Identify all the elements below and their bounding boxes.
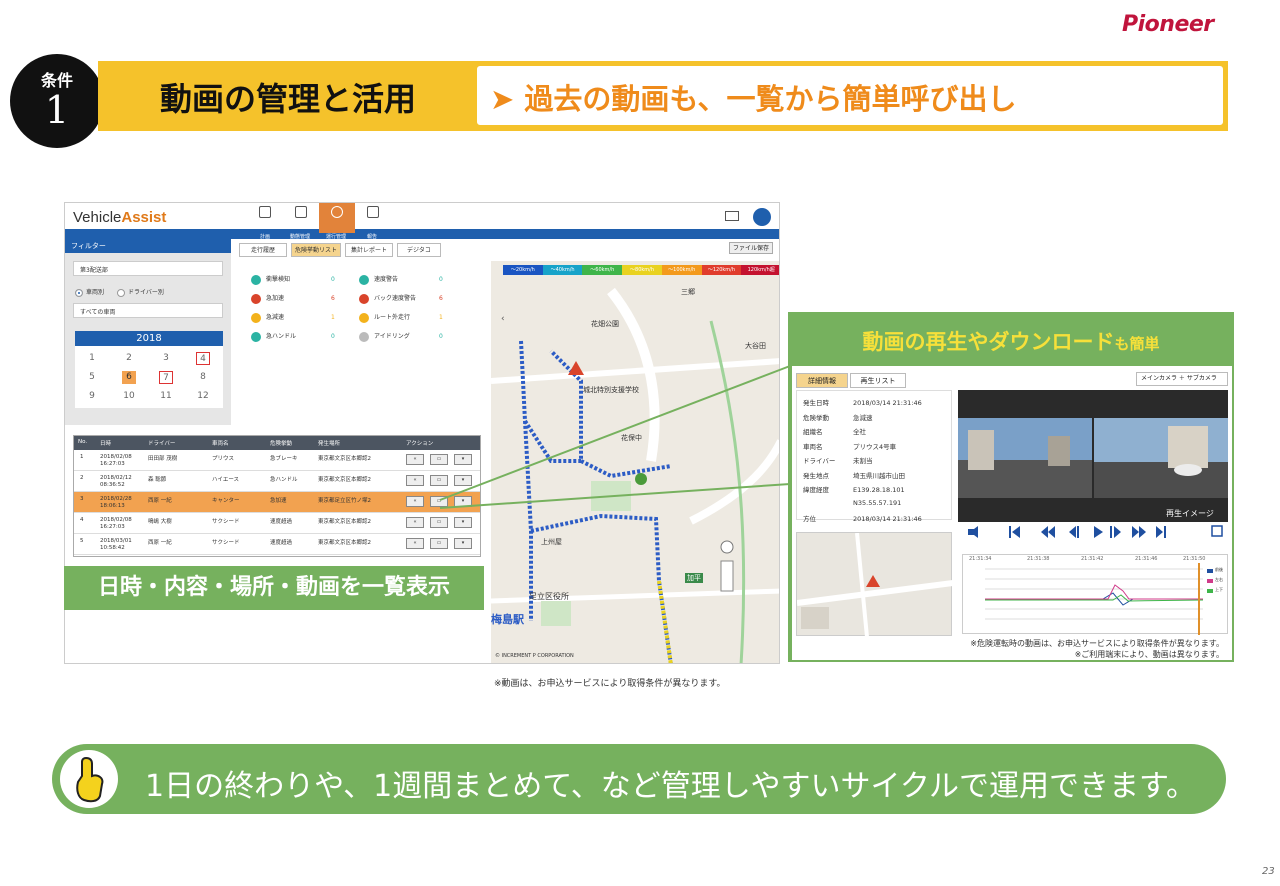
detail-row: 車両名 プリウス4号車 [803,441,896,451]
video-caption: 再生イメージ [1166,509,1214,518]
detail-value: 全社 [853,428,866,436]
detail-row: N35.55.57.191 [803,499,901,507]
minimap-svg [796,532,954,638]
detail-key: 緯度経度 [803,486,829,494]
detail-row: 方位 2018/03/14 21:31:46 [803,513,922,523]
detail-info: 発生日時 2018/03/14 21:31:46 危険挙動 急減速組織名 全社車両名 プリ… [796,390,952,523]
detail-value: プリウス4号車 [853,442,897,451]
detail-row: 危険挙動 急減速 [803,412,873,422]
graph-time-1: 21:31:34 [969,556,992,562]
graph-svg [985,563,1213,635]
graph-time-2: 21:31:38 [1027,556,1050,562]
detail-value: 未割当 [853,457,873,465]
tab-detail-info[interactable]: 詳細情報 [796,373,848,388]
video-player[interactable]: 再生イメージ [958,390,1228,522]
detail-row: 発生地点 埼玉県川越市山田 [803,470,905,480]
detail-row: 組織名 全社 [803,426,866,436]
detail-value: 2018/03/14 21:31:46 [853,515,922,523]
detail-row: 緯度経度 E139.28.18.101 [803,484,905,494]
detail-row: ドライバー 未割当 [803,455,873,465]
video-frames [958,418,1228,498]
detail-key: 組織名 [803,428,823,436]
camera-select[interactable]: メインカメラ ＋ サブカメラ [1136,372,1228,386]
detail-value: 埼玉県川越市山田 [853,471,905,480]
detail-note: ※危険運転時の動画は、お申込サービスにより取得条件が異なります。 ※ご利用端末に… [970,639,1224,659]
sensor-graph: 21:31:34 21:31:38 21:31:42 21:31:46 21:3… [962,554,1228,635]
detail-value: 急減速 [853,413,873,422]
bottom-message: 1日の終わりや、1週間まとめて、など管理しやすいサイクルで運用できます。 [145,769,1196,804]
detail-key: 車両名 [803,442,823,451]
pointing-hand-icon [60,750,118,808]
playback-controls [962,524,1228,546]
graph-time-5: 21:31:50 [1183,556,1206,562]
footnote: ※動画は、お申込サービスにより取得条件が異なります。 [494,679,726,689]
detail-title: 動画の再生やダウンロードも簡単 [862,330,1160,354]
detail-key: 発生地点 [803,471,829,480]
page-number: 23 [1262,866,1275,877]
graph-legend-1: 前後 [1215,567,1223,572]
graph-time-3: 21:31:42 [1081,556,1104,562]
graph-legend-3: 上下 [1215,587,1223,592]
tab-playlist[interactable]: 再生リスト [850,373,906,388]
detail-value: 2018/03/14 21:31:46 [853,399,922,407]
detail-key: 方位 [803,515,816,523]
detail-value: N35.55.57.191 [853,498,902,507]
hand-svg [76,756,104,803]
graph-time-4: 21:31:46 [1135,556,1158,562]
detail-key: 発生日時 [803,399,829,407]
control-icons [968,525,1223,538]
detail-value: E139.28.18.101 [853,486,905,494]
detail-key: ドライバー [803,457,836,465]
detail-key: 危険挙動 [803,413,829,422]
detail-row: 発生日時 2018/03/14 21:31:46 [803,397,922,407]
detail-minimap[interactable] [796,532,954,638]
graph-legend-2: 左右 [1215,577,1223,582]
